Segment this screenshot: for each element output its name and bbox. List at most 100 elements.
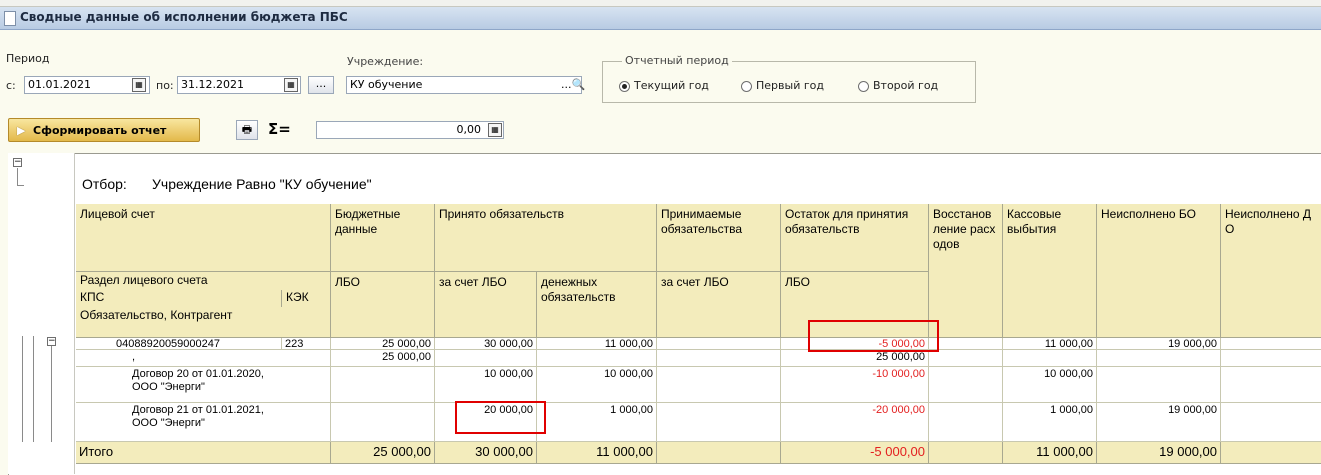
document-icon xyxy=(4,11,16,26)
radio-second-year[interactable] xyxy=(858,81,869,92)
row-kek: 223 xyxy=(282,338,331,350)
row-accepted-lbo: 10 000,00 xyxy=(435,367,537,403)
row-unexec-bo xyxy=(1097,350,1221,367)
header-accepting: Принимаемые обязательства xyxy=(657,204,781,272)
to-label: по: xyxy=(156,79,174,92)
window-title-bar: Сводные данные об исполнении бюджета ПБС xyxy=(0,7,1321,30)
sum-value: 0,00 xyxy=(456,123,482,136)
filter-label: Отбор: xyxy=(82,176,127,192)
print-icon[interactable]: 🖶 xyxy=(236,120,258,140)
reporting-period-legend: Отчетный период xyxy=(622,54,732,67)
row-cash: 1 000,00 xyxy=(1003,403,1097,442)
tree-line xyxy=(33,336,34,442)
row-restore xyxy=(929,350,1003,367)
row-restore xyxy=(929,367,1003,403)
header-cash: Кассовые выбытия xyxy=(1003,204,1097,338)
row-name: Договор 20 от 01.01.2020, ООО "Энерги" xyxy=(76,367,331,403)
row-accepting xyxy=(657,338,781,350)
from-label: с: xyxy=(6,79,16,92)
total-unexec-bo: 19 000,00 xyxy=(1097,442,1221,464)
filter-text: Учреждение Равно "КУ обучение" xyxy=(152,176,372,192)
collapse-toggle[interactable]: − xyxy=(47,337,56,346)
radio-current-year-label: Текущий год xyxy=(634,79,709,92)
window-title: Сводные данные об исполнении бюджета ПБС xyxy=(20,10,348,24)
row-unexec-do xyxy=(1221,367,1321,403)
institution-label: Учреждение: xyxy=(347,55,424,68)
row-accepted-money: 1 000,00 xyxy=(537,403,657,442)
header-za-schet-lbo: за счет ЛБО xyxy=(435,272,537,338)
row-accepted-money: 11 000,00 xyxy=(537,338,657,350)
radio-first-year-label: Первый год xyxy=(756,79,824,92)
toolbar-strip xyxy=(0,0,1321,7)
highlight-box xyxy=(455,401,546,434)
highlight-box xyxy=(808,320,939,352)
radio-second-year-label: Второй год xyxy=(873,79,939,92)
sum-field[interactable]: 0,00 xyxy=(316,121,504,139)
row-accepted-money xyxy=(537,350,657,367)
row-budget xyxy=(331,403,435,442)
total-cash: 11 000,00 xyxy=(1003,442,1097,464)
row-unexec-bo: 19 000,00 xyxy=(1097,403,1221,442)
header-lbo: ЛБО xyxy=(331,272,435,338)
radio-first-year[interactable] xyxy=(741,81,752,92)
header-unexec-bo: Неисполнено БО xyxy=(1097,204,1221,338)
total-remaining: -5 000,00 xyxy=(781,442,929,464)
institution-value: КУ обучение xyxy=(350,78,423,91)
header-za-schet-lbo-2: за счет ЛБО xyxy=(657,272,781,338)
row-unexec-do xyxy=(1221,338,1321,350)
row-unexec-do xyxy=(1221,350,1321,367)
header-account: Лицевой счет xyxy=(76,204,331,272)
total-accepting xyxy=(657,442,781,464)
row-accepted-lbo xyxy=(435,350,537,367)
sum-label: Σ= xyxy=(268,120,291,138)
calendar-icon[interactable]: ▦ xyxy=(132,78,146,92)
calendar-icon[interactable]: ▦ xyxy=(284,78,298,92)
date-to-value: 31.12.2021 xyxy=(181,78,244,91)
header-unexec-do: Неисполнено ДО xyxy=(1221,204,1321,338)
row-budget: 25 000,00 xyxy=(331,338,435,350)
row-name: , xyxy=(76,350,331,367)
institution-field[interactable]: КУ обучение xyxy=(346,76,582,94)
row-restore xyxy=(929,403,1003,442)
total-restore xyxy=(929,442,1003,464)
row-remaining: -20 000,00 xyxy=(781,403,929,442)
row-budget: 25 000,00 xyxy=(331,350,435,367)
play-icon: ▶ xyxy=(17,124,26,137)
row-cash: 11 000,00 xyxy=(1003,338,1097,350)
collapse-toggle[interactable]: − xyxy=(13,158,22,167)
row-cash xyxy=(1003,350,1097,367)
row-accepted-lbo: 30 000,00 xyxy=(435,338,537,350)
report-gutter xyxy=(8,153,75,474)
total-label: Итого xyxy=(76,442,331,464)
tree-line xyxy=(51,346,52,442)
row-name: Договор 21 от 01.01.2021, ООО "Энерги" xyxy=(76,403,331,442)
generate-report-button[interactable]: ▶ Сформировать отчет xyxy=(8,118,200,142)
tree-line xyxy=(17,168,18,186)
total-budget: 25 000,00 xyxy=(331,442,435,464)
header-money-obl: денежных обязательств xyxy=(537,272,657,338)
row-accepting xyxy=(657,367,781,403)
period-label: Период xyxy=(6,52,50,65)
row-budget xyxy=(331,367,435,403)
row-accepted-money: 10 000,00 xyxy=(537,367,657,403)
header-kps: КПС xyxy=(76,290,282,307)
total-accepted-lbo: 30 000,00 xyxy=(435,442,537,464)
date-from-value: 01.01.2021 xyxy=(28,78,91,91)
header-section: Раздел лицевого счета xyxy=(76,272,331,290)
row-remaining: -10 000,00 xyxy=(781,367,929,403)
total-unexec-do xyxy=(1221,442,1321,464)
row-cash: 10 000,00 xyxy=(1003,367,1097,403)
row-unexec-do xyxy=(1221,403,1321,442)
radio-current-year[interactable] xyxy=(619,81,630,92)
row-unexec-bo: 19 000,00 xyxy=(1097,338,1221,350)
row-accepting xyxy=(657,403,781,442)
header-budget: Бюджетные данные xyxy=(331,204,435,272)
header-obligation: Обязательство, Контрагент xyxy=(76,307,331,338)
calculator-icon[interactable]: ▦ xyxy=(488,123,502,137)
period-select-button[interactable]: ... xyxy=(308,76,334,94)
search-icon[interactable]: ...🔍 xyxy=(561,78,585,91)
header-kek: КЭК xyxy=(282,290,331,307)
date-to-field[interactable]: 31.12.2021 xyxy=(177,76,301,94)
row-unexec-bo xyxy=(1097,367,1221,403)
header-restore: Восстановление расходов xyxy=(929,204,1003,338)
